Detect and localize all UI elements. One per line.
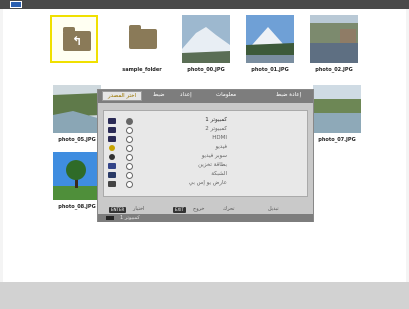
app-logo-icon (10, 1, 22, 8)
photo-thumb[interactable] (246, 15, 294, 63)
source-label: سوبر فيديو (201, 153, 227, 159)
current-source: كمبيوتر 1 (120, 215, 140, 221)
radio-button[interactable] (126, 163, 133, 170)
photo-thumb[interactable] (53, 85, 101, 133)
source-item-video[interactable]: فيديو (104, 144, 307, 153)
source-list: كمبيوتر 1 كمبيوتر 2 HDMI فيديو سوبر فيدي… (103, 110, 308, 197)
photo-thumb[interactable] (53, 152, 101, 200)
source-label: كمبيوتر 2 (205, 126, 227, 132)
top-bar (0, 0, 409, 9)
source-item-computer2[interactable]: كمبيوتر 2 (104, 126, 307, 135)
computer-icon (106, 216, 114, 220)
file-caption: photo_02.JPG (315, 67, 353, 73)
tab-source-select[interactable]: اختر المصدر (102, 91, 143, 101)
radio-button[interactable] (126, 127, 133, 134)
folder-icon: ↰ (63, 27, 91, 51)
enter-help: اختيار (133, 206, 145, 212)
radio-button[interactable] (126, 118, 133, 125)
folder-icon (129, 25, 157, 49)
tab-setup[interactable]: إعداد (180, 92, 192, 98)
file-caption: sample_folder (122, 67, 162, 73)
radio-button[interactable] (126, 172, 133, 179)
card-icon (108, 163, 116, 169)
radio-button[interactable] (126, 181, 133, 188)
network-icon (108, 172, 116, 178)
photo-thumb[interactable] (182, 15, 230, 63)
source-label: HDMI (212, 135, 227, 141)
source-label: فيديو (215, 144, 227, 150)
menu-footer: كمبيوتر 1 (98, 214, 313, 222)
s-video-icon (109, 154, 115, 160)
computer-icon (108, 127, 116, 133)
exit-help: خروج (193, 206, 205, 212)
tab-adjust[interactable]: ضبط (153, 92, 165, 98)
enter-key: ENTER (109, 207, 127, 213)
source-label: بطاقة تخزين (198, 162, 227, 168)
radio-button[interactable] (126, 154, 133, 161)
tab-info[interactable]: معلومات (216, 92, 236, 98)
tab-reset[interactable]: إعادة ضبط (276, 92, 301, 98)
source-item-hdmi[interactable]: HDMI (104, 135, 307, 144)
source-item-card[interactable]: بطاقة تخزين (104, 162, 307, 171)
radio-button[interactable] (126, 136, 133, 143)
source-label: كمبيوتر 1 (205, 117, 227, 123)
video-icon (109, 145, 115, 151)
radio-button[interactable] (126, 145, 133, 152)
up-folder-thumb[interactable]: ↰ (50, 15, 98, 63)
photo-thumb[interactable] (310, 15, 358, 63)
hdmi-icon (108, 136, 116, 142)
source-item-usb[interactable]: عارض يو إس بي (104, 180, 307, 189)
photo-thumb[interactable] (313, 85, 361, 133)
source-select-menu: اختر المصدر ضبط إعداد معلومات إعادة ضبط … (97, 89, 314, 222)
computer-icon (108, 118, 116, 124)
exit-key: EXIT (173, 207, 186, 213)
move-help: تحرك (223, 206, 235, 212)
source-item-network[interactable]: الشبكة (104, 171, 307, 180)
source-label: الشبكة (211, 171, 227, 177)
source-item-computer1[interactable]: كمبيوتر 1 (104, 117, 307, 126)
folder-thumb[interactable] (118, 15, 166, 63)
source-label: عارض يو إس بي (188, 180, 227, 186)
select-help: تبديل (268, 206, 279, 212)
key-help: ENTER اختيار EXIT خروج تحرك تبديل (103, 206, 308, 214)
menu-tabs: اختر المصدر ضبط إعداد معلومات إعادة ضبط (98, 90, 313, 103)
usb-icon (108, 181, 116, 187)
up-arrow-icon: ↰ (71, 34, 83, 48)
file-caption: photo_00.JPG (187, 67, 225, 73)
status-bar (0, 282, 409, 309)
file-caption: photo_01.JPG (251, 67, 289, 73)
source-item-s-video[interactable]: سوبر فيديو (104, 153, 307, 162)
